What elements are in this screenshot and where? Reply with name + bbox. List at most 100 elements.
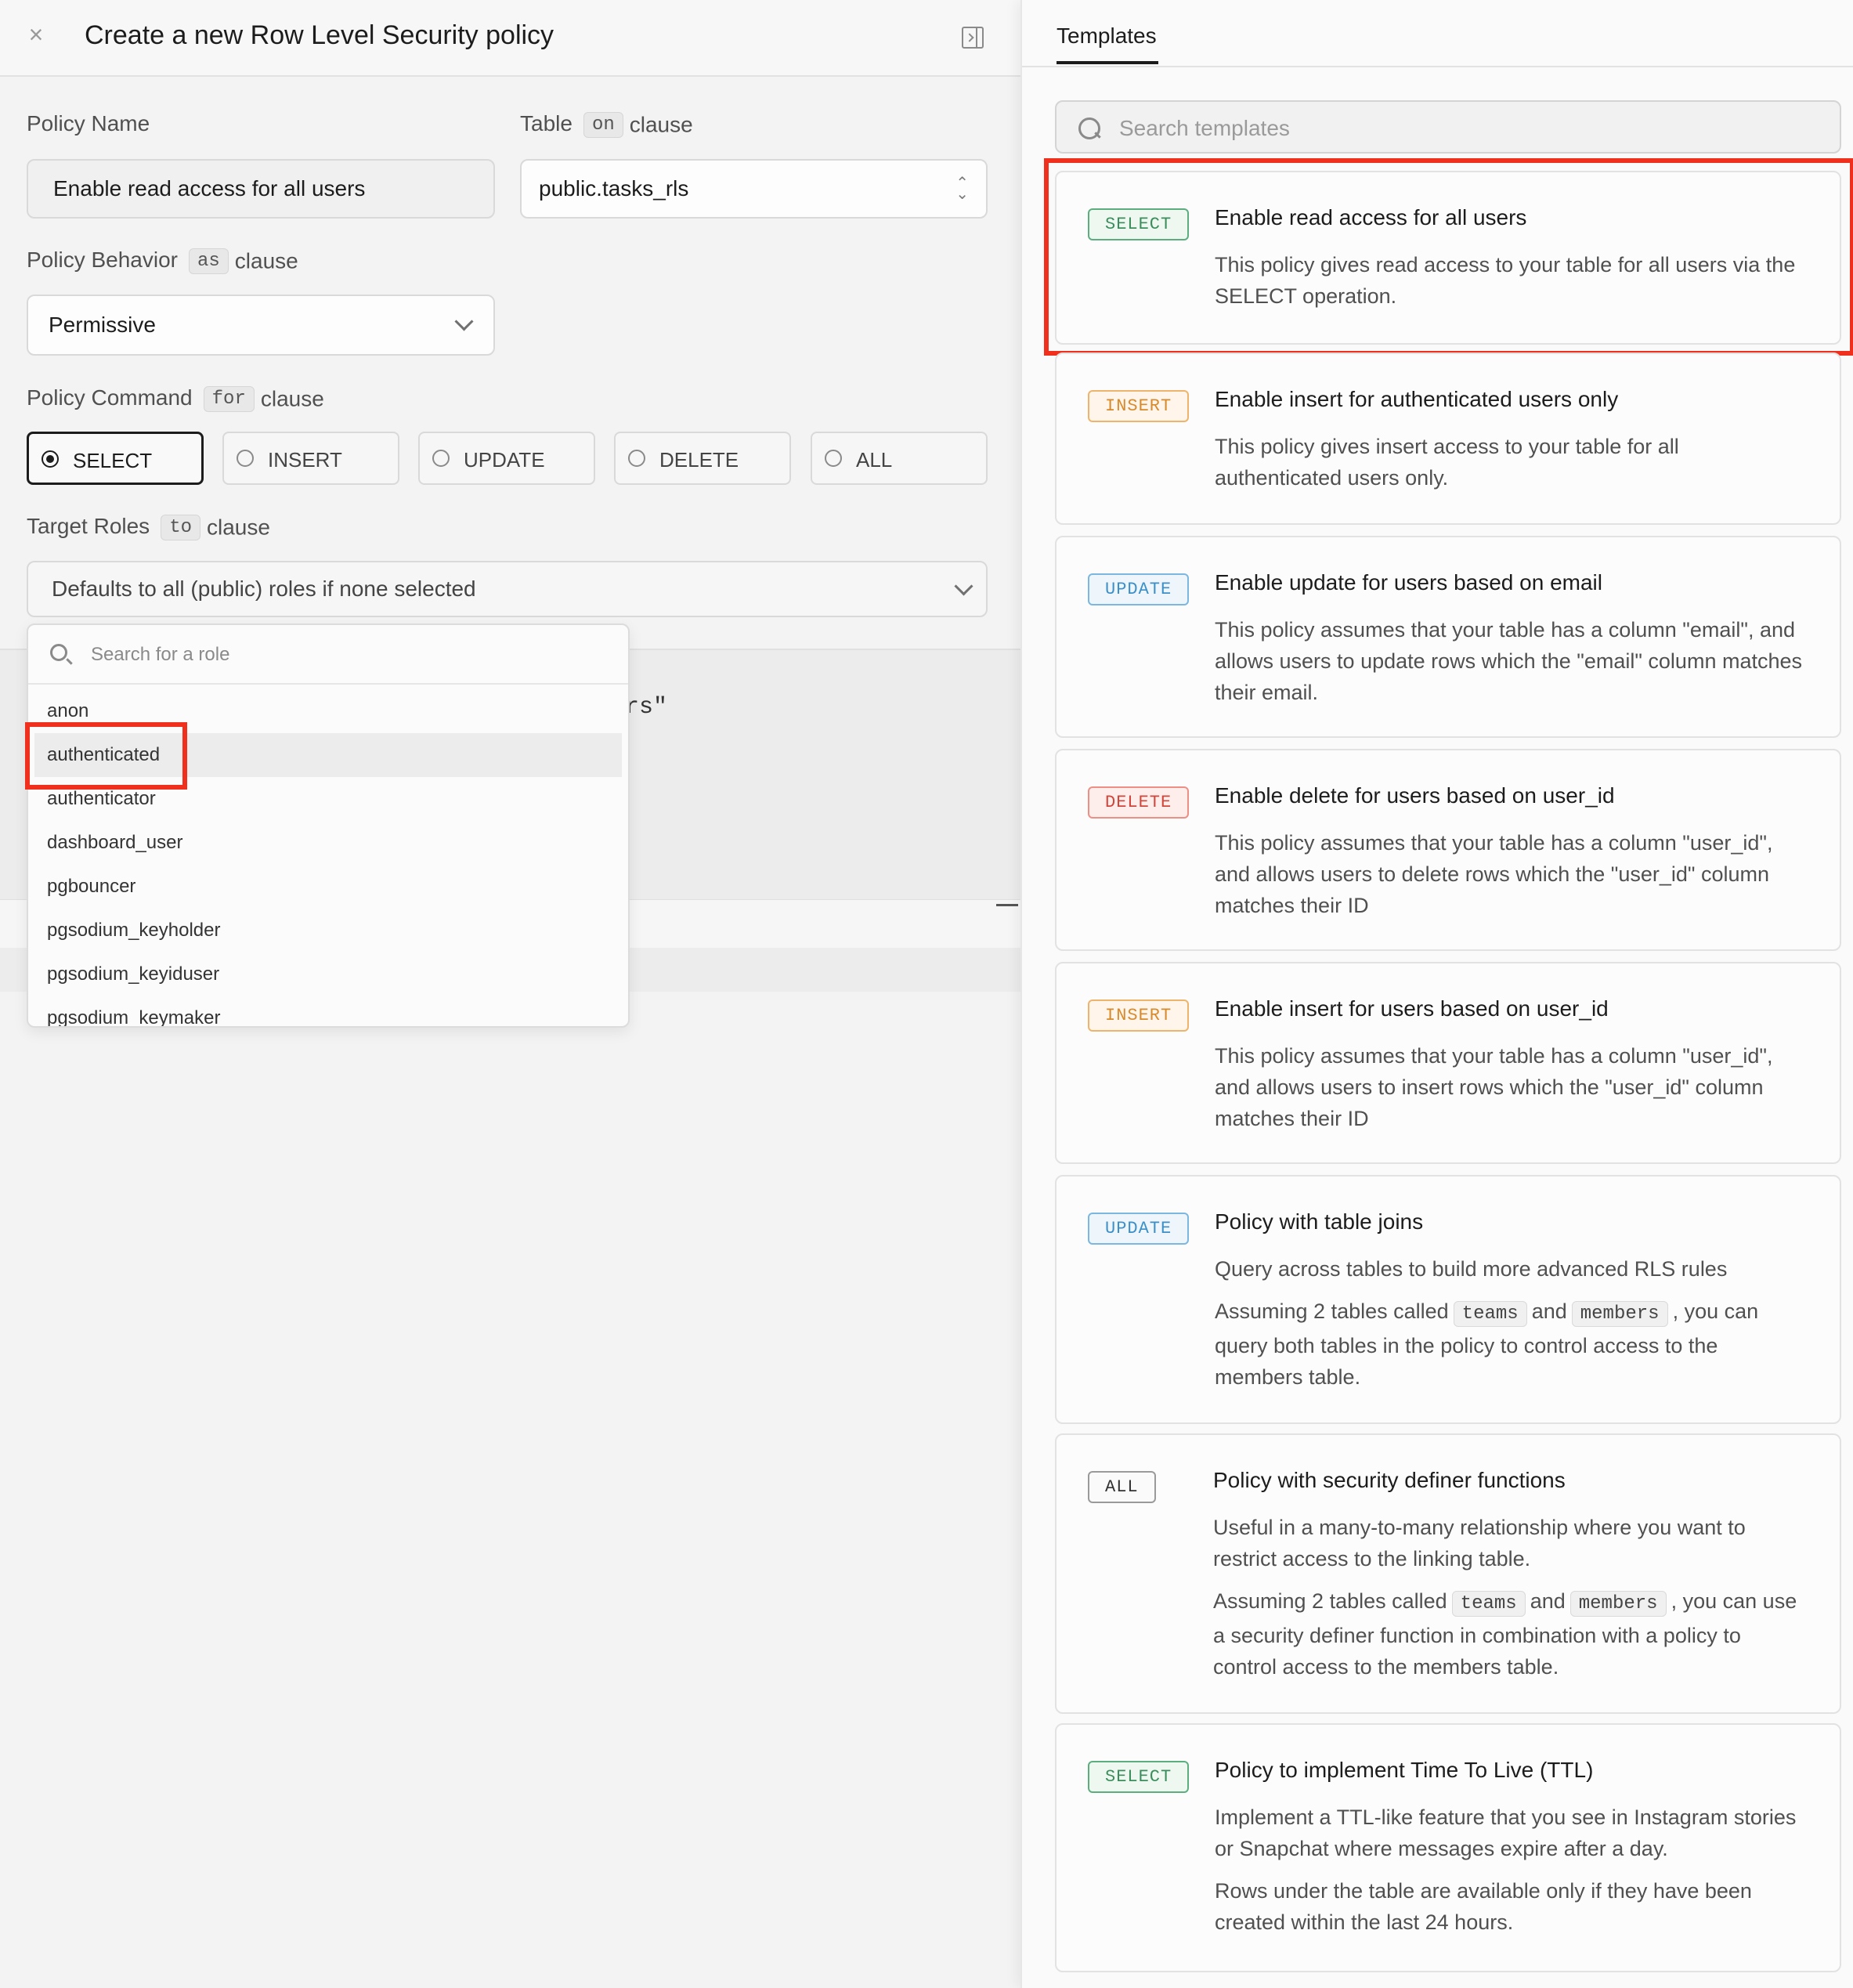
policy-name-input[interactable]: Enable read access for all users	[27, 159, 495, 219]
template-description-detail: Assuming 2 tables called teams and members,…	[1215, 1296, 1810, 1393]
template-description-detail: Assuming 2 tables called teams and members,…	[1213, 1585, 1808, 1683]
code-members: members	[1571, 1301, 1668, 1327]
badge-insert: INSERT	[1088, 390, 1190, 422]
roles-label: Target Roles	[27, 514, 150, 538]
roles-label-row: Target Roles to clause	[27, 514, 270, 541]
command-option-label: DELETE	[659, 448, 739, 472]
template-title: Enable insert for users based on user_id	[1215, 996, 1609, 1021]
command-label: Policy Command	[27, 385, 193, 410]
role-item-pgbouncer[interactable]: pgbouncer	[28, 865, 628, 909]
for-keyword: for	[203, 386, 255, 413]
code-teams: teams	[1453, 1301, 1527, 1327]
template-title: Enable insert for authenticated users on…	[1215, 387, 1619, 411]
role-dropdown: Search for a role anon authenticated aut…	[27, 624, 630, 1028]
tab-active-indicator	[1057, 61, 1158, 64]
badge-update: UPDATE	[1088, 1213, 1190, 1245]
table-select[interactable]: public.tasks_rls ⌃ ⌄	[520, 159, 988, 219]
command-label-row: Policy Command for clause	[27, 385, 324, 413]
template-description: Useful in a many-to-many relationship wh…	[1213, 1516, 1746, 1571]
detail-text: Assuming 2 tables called	[1213, 1589, 1447, 1613]
updown-chevron-icon: ⌃ ⌄	[955, 175, 969, 203]
badge-update: UPDATE	[1088, 573, 1190, 605]
command-option-delete[interactable]: DELETE	[614, 432, 791, 485]
editor-scroll-marker	[996, 904, 1018, 906]
on-keyword: on	[583, 112, 623, 139]
command-option-all[interactable]: ALL	[811, 432, 988, 485]
templates-search-placeholder: Search templates	[1119, 116, 1290, 140]
roles-placeholder: Defaults to all (public) roles if none s…	[52, 577, 476, 601]
behavior-label-row: Policy Behavior as clause	[27, 248, 298, 275]
detail-text: query both tables in the policy to contr…	[1215, 1334, 1718, 1389]
highlight-read-all-card	[1044, 158, 1853, 356]
behavior-clause: clause	[234, 248, 298, 273]
template-title: Enable delete for users based on user_id	[1215, 783, 1615, 808]
template-description-detail: Rows under the table are available only …	[1215, 1879, 1752, 1934]
code-teams: teams	[1451, 1591, 1526, 1617]
command-option-select[interactable]: SELECT	[27, 432, 204, 485]
detail-text: Assuming 2 tables called	[1215, 1299, 1449, 1323]
roles-clause: clause	[207, 515, 270, 540]
role-item-label: pgsodium_keyholder	[47, 920, 221, 941]
template-card-insert-user-id[interactable]: INSERT Enable insert for users based on …	[1055, 962, 1841, 1164]
chevron-down-icon	[454, 312, 474, 331]
panel-header: × Create a new Row Level Security policy	[0, 0, 1020, 77]
template-card-insert-authenticated[interactable]: INSERT Enable insert for authenticated u…	[1055, 352, 1841, 525]
role-item-dashboard-user[interactable]: dashboard_user	[28, 821, 628, 865]
template-title: Policy to implement Time To Live (TTL)	[1215, 1758, 1594, 1782]
table-clause: clause	[629, 112, 693, 137]
role-item-label: pgbouncer	[47, 876, 136, 897]
roles-select[interactable]: Defaults to all (public) roles if none s…	[27, 561, 988, 617]
radio-icon	[628, 450, 645, 467]
command-option-label: INSERT	[268, 448, 342, 472]
template-card-ttl[interactable]: SELECT Policy to implement Time To Live …	[1055, 1723, 1841, 1972]
search-icon	[50, 644, 67, 661]
role-item-label: pgsodium_keyiduser	[47, 963, 220, 985]
radio-icon	[825, 450, 842, 467]
template-description: This policy assumes that your table has …	[1215, 1044, 1773, 1130]
editor-code-fragment: rs"	[625, 694, 668, 721]
role-item-label: anon	[47, 700, 89, 721]
policy-name-value: Enable read access for all users	[53, 176, 366, 201]
command-option-update[interactable]: UPDATE	[418, 432, 595, 485]
badge-all: ALL	[1088, 1471, 1156, 1503]
command-option-label: ALL	[856, 448, 893, 472]
as-keyword: as	[188, 248, 229, 275]
table-value: public.tasks_rls	[539, 176, 689, 201]
template-title: Policy with table joins	[1215, 1209, 1424, 1234]
role-item-pgsodium-keyholder[interactable]: pgsodium_keyholder	[28, 909, 628, 952]
template-card-delete-user-id[interactable]: DELETE Enable delete for users based on …	[1055, 749, 1841, 951]
role-item-pgsodium-keymaker[interactable]: pgsodium_keymaker	[28, 996, 628, 1026]
template-description: This policy assumes that your table has …	[1215, 831, 1773, 917]
table-label-row: Table on clause	[520, 111, 693, 139]
templates-search-input[interactable]: Search templates	[1055, 100, 1841, 154]
badge-delete: DELETE	[1088, 786, 1190, 819]
template-card-security-definer[interactable]: ALL Policy with security definer functio…	[1055, 1433, 1841, 1714]
tab-templates[interactable]: Templates	[1057, 23, 1157, 49]
command-option-insert[interactable]: INSERT	[222, 432, 399, 485]
role-item-label: authenticator	[47, 788, 156, 809]
role-search[interactable]: Search for a role	[28, 625, 628, 685]
template-description: Implement a TTL-like feature that you se…	[1215, 1805, 1797, 1860]
role-search-placeholder: Search for a role	[91, 644, 230, 665]
template-card-table-joins[interactable]: UPDATE Policy with table joins Query acr…	[1055, 1175, 1841, 1424]
table-label: Table	[520, 111, 573, 136]
behavior-select[interactable]: Permissive	[27, 295, 495, 356]
page-title: Create a new Row Level Security policy	[85, 20, 554, 50]
detail-text: and	[1530, 1589, 1566, 1613]
role-item-label: dashboard_user	[47, 832, 183, 853]
highlight-authenticated	[25, 722, 187, 790]
template-title: Enable update for users based on email	[1215, 570, 1602, 595]
command-clause: clause	[260, 386, 324, 411]
behavior-label: Policy Behavior	[27, 248, 178, 272]
template-card-update-email[interactable]: UPDATE Enable update for users based on …	[1055, 536, 1841, 738]
detail-text: , you can	[1671, 1589, 1757, 1613]
command-option-label: SELECT	[73, 449, 153, 472]
close-icon[interactable]: ×	[23, 22, 49, 47]
policy-editor-panel: × Create a new Row Level Security policy…	[0, 0, 1020, 1988]
collapse-panel-icon[interactable]	[962, 27, 984, 49]
template-description: This policy assumes that your table has …	[1215, 618, 1803, 704]
role-item-pgsodium-keyiduser[interactable]: pgsodium_keyiduser	[28, 952, 628, 996]
radio-selected-icon	[42, 450, 59, 468]
detail-text: and	[1531, 1299, 1567, 1323]
radio-icon	[237, 450, 254, 467]
